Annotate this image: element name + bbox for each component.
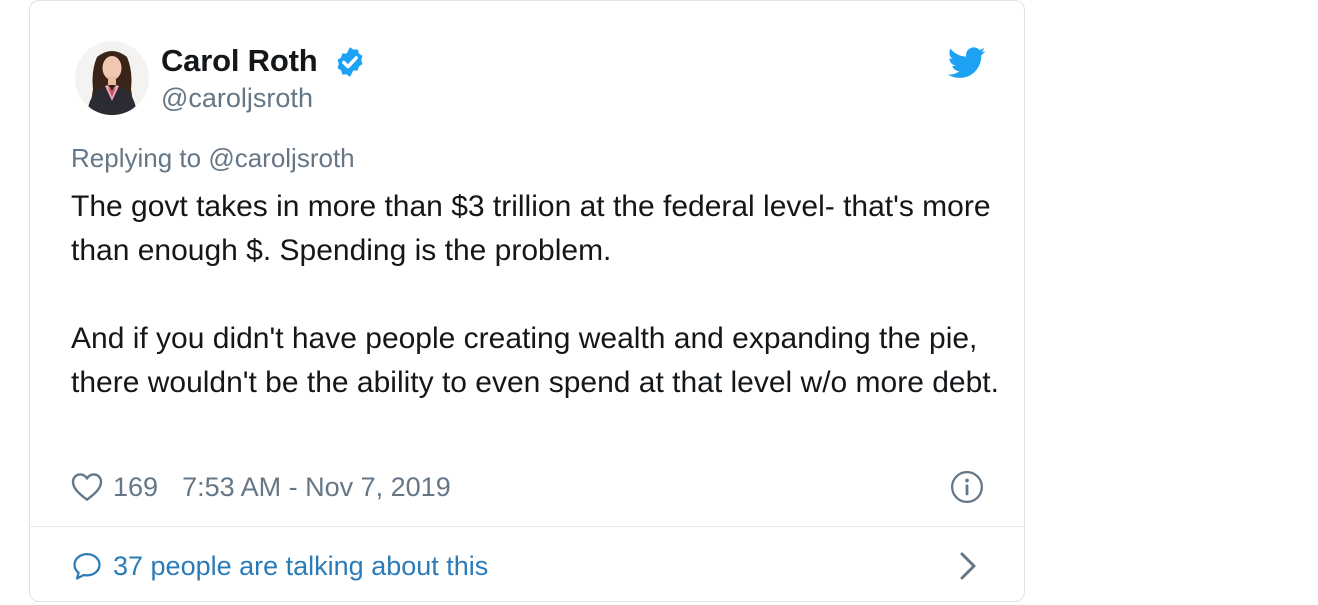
- replying-to-handle[interactable]: @caroljsroth: [208, 143, 354, 173]
- author-handle[interactable]: @caroljsroth: [161, 83, 313, 114]
- people-talking-label: 37 people are talking about this: [113, 550, 489, 581]
- tweet-paragraph: And if you didn't have people creating w…: [71, 322, 999, 399]
- reply-bubble-icon: [73, 553, 101, 580]
- author-name[interactable]: Carol Roth: [161, 43, 318, 79]
- like-count[interactable]: 169: [113, 472, 158, 503]
- info-icon[interactable]: [950, 470, 984, 504]
- divider: [30, 526, 1024, 527]
- replying-to-line: Replying to @caroljsroth: [71, 143, 355, 174]
- tweet-timestamp[interactable]: 7:53 AM - Nov 7, 2019: [182, 472, 451, 503]
- tweet-paragraph: The govt takes in more than $3 trillion …: [71, 190, 991, 267]
- chevron-right-icon[interactable]: [958, 551, 978, 581]
- verified-badge-icon: [337, 47, 363, 77]
- tweet-card: Carol Roth @caroljsroth Replying to @car…: [29, 0, 1025, 602]
- tweet-meta-row: 169 7:53 AM - Nov 7, 2019: [71, 469, 451, 505]
- avatar-image: [75, 41, 149, 115]
- replying-to-label: Replying to: [71, 143, 202, 173]
- avatar[interactable]: [75, 41, 149, 115]
- tweet-text: The govt takes in more than $3 trillion …: [71, 185, 1001, 405]
- heart-icon[interactable]: [71, 472, 103, 502]
- people-talking-link[interactable]: 37 people are talking about this: [71, 547, 488, 585]
- twitter-bird-icon[interactable]: [948, 47, 986, 79]
